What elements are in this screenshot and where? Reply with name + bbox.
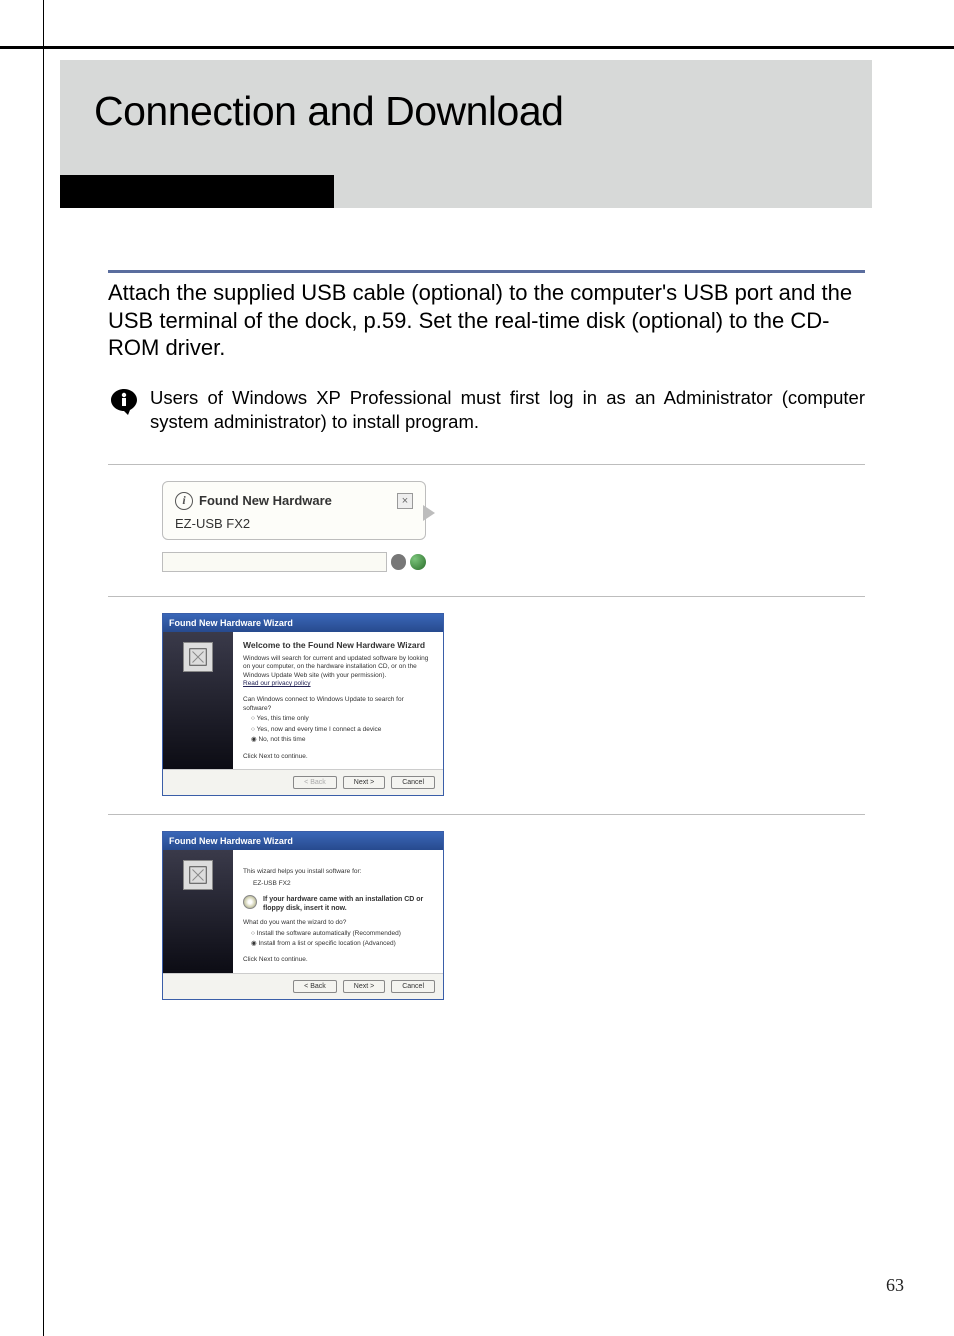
balloon-pointer — [423, 505, 435, 521]
wizard1-opt2[interactable]: ○ Yes, now and every time I connect a de… — [251, 726, 433, 734]
section-hr-2 — [108, 596, 865, 597]
wizard1-para1: Windows will search for current and upda… — [243, 655, 433, 680]
cd-icon — [243, 895, 257, 909]
wizard2-cancel-button[interactable]: Cancel — [391, 980, 435, 993]
top-horizontal-rule — [0, 46, 954, 49]
note-row: Users of Windows XP Professional must fi… — [108, 386, 865, 434]
tray-device-icon[interactable] — [391, 554, 407, 570]
section-hr-3 — [108, 814, 865, 815]
wizard1-sidebar — [163, 632, 233, 769]
tray-safely-remove-icon[interactable] — [410, 554, 426, 570]
note-text: Users of Windows XP Professional must fi… — [150, 386, 865, 434]
wizard2-question: What do you want the wizard to do? — [243, 919, 433, 927]
info-icon: i — [175, 492, 193, 510]
divider — [108, 270, 865, 273]
wizard2-helps: This wizard helps you install software f… — [243, 868, 433, 876]
wizard-2: Found New Hardware Wizard This wizard he… — [162, 831, 444, 1000]
intro-text: Attach the supplied USB cable (optional)… — [108, 279, 865, 362]
note-icon — [108, 386, 140, 423]
hardware-icon — [183, 642, 213, 672]
section-hr-1 — [108, 464, 865, 465]
balloon-title: Found New Hardware — [199, 493, 332, 508]
wizard1-opt3[interactable]: ◉ No, not this time — [251, 736, 433, 744]
content-area: Attach the supplied USB cable (optional)… — [108, 270, 865, 1000]
wizard1-heading: Welcome to the Found New Hardware Wizard — [243, 640, 433, 651]
wizard1-continue: Click Next to continue. — [243, 753, 433, 761]
wizard1-back-button: < Back — [293, 776, 337, 789]
wizard1-next-button[interactable]: Next > — [343, 776, 385, 789]
balloon-device: EZ-USB FX2 — [175, 516, 413, 531]
tray-slot — [162, 552, 387, 572]
hardware-icon — [183, 860, 213, 890]
chapter-tab — [60, 175, 334, 208]
system-tray — [162, 552, 426, 572]
wizard2-opt1[interactable]: ○ Install the software automatically (Re… — [251, 930, 433, 938]
wizard1-opt1[interactable]: ○ Yes, this time only — [251, 715, 433, 723]
wizard2-titlebar: Found New Hardware Wizard — [163, 832, 443, 850]
wizard2-back-button[interactable]: < Back — [293, 980, 337, 993]
wizard1-question: Can Windows connect to Windows Update to… — [243, 696, 433, 713]
wizard2-opt2[interactable]: ◉ Install from a list or specific locati… — [251, 940, 433, 948]
chapter-header: Connection and Download — [60, 60, 872, 208]
wizard2-cd-text: If your hardware came with an installati… — [263, 895, 433, 913]
wizard1-titlebar: Found New Hardware Wizard — [163, 614, 443, 632]
wizard1-cancel-button[interactable]: Cancel — [391, 776, 435, 789]
wizard2-next-button[interactable]: Next > — [343, 980, 385, 993]
wizard2-device: EZ-USB FX2 — [253, 880, 433, 888]
wizard-1: Found New Hardware Wizard Welcome to the… — [162, 613, 444, 796]
chapter-title: Connection and Download — [60, 60, 872, 135]
found-hardware-balloon: i Found New Hardware × EZ-USB FX2 — [162, 481, 426, 540]
page-number: 63 — [886, 1275, 904, 1296]
wizard2-sidebar — [163, 850, 233, 973]
close-icon[interactable]: × — [397, 493, 413, 509]
wizard2-continue: Click Next to continue. — [243, 956, 433, 964]
wizard1-privacy-link[interactable]: Read our privacy policy — [243, 680, 433, 688]
